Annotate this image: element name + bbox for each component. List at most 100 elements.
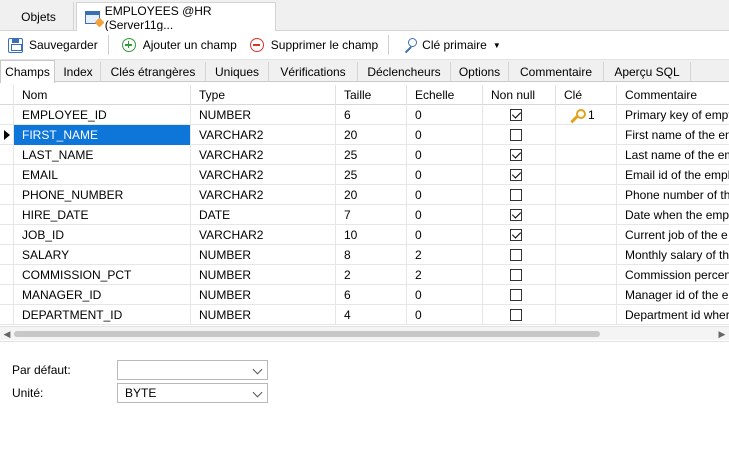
chevron-down-icon[interactable] bbox=[252, 387, 263, 398]
not-null-checkbox[interactable] bbox=[510, 149, 522, 161]
table-row[interactable]: HIRE_DATE DATE 7 0 Date when the empl bbox=[0, 205, 729, 225]
cell-cle[interactable] bbox=[556, 265, 617, 285]
row-indicator[interactable] bbox=[0, 305, 14, 325]
not-null-checkbox[interactable] bbox=[510, 269, 522, 281]
scroll-left-arrow-icon[interactable]: ◀ bbox=[2, 329, 12, 339]
scroll-right-arrow-icon[interactable]: ▶ bbox=[717, 329, 727, 339]
not-null-checkbox[interactable] bbox=[510, 169, 522, 181]
cell-non-null[interactable] bbox=[483, 105, 556, 125]
cell-non-null[interactable] bbox=[483, 165, 556, 185]
cell-type[interactable]: NUMBER bbox=[191, 245, 336, 265]
cell-non-null[interactable] bbox=[483, 145, 556, 165]
not-null-checkbox[interactable] bbox=[510, 209, 522, 221]
cell-nom[interactable]: EMAIL bbox=[14, 165, 191, 185]
table-row[interactable]: JOB_ID VARCHAR2 10 0 Current job of the e bbox=[0, 225, 729, 245]
cell-cle[interactable] bbox=[556, 245, 617, 265]
tab-options[interactable]: Options bbox=[451, 62, 509, 82]
cell-echelle[interactable]: 0 bbox=[407, 185, 483, 205]
cell-echelle[interactable]: 0 bbox=[407, 225, 483, 245]
cell-commentaire[interactable]: Primary key of empt bbox=[617, 105, 729, 125]
row-indicator[interactable] bbox=[0, 145, 14, 165]
cell-type[interactable]: VARCHAR2 bbox=[191, 185, 336, 205]
cell-taille[interactable]: 7 bbox=[336, 205, 407, 225]
cell-echelle[interactable]: 0 bbox=[407, 165, 483, 185]
not-null-checkbox[interactable] bbox=[510, 309, 522, 321]
tab-uniques[interactable]: Uniques bbox=[206, 62, 269, 82]
tab-checks[interactable]: Vérifications bbox=[269, 62, 358, 82]
cell-cle[interactable] bbox=[556, 205, 617, 225]
default-value-combobox[interactable] bbox=[117, 360, 268, 380]
table-row[interactable]: EMAIL VARCHAR2 25 0 Email id of the empl bbox=[0, 165, 729, 185]
cell-cle[interactable] bbox=[556, 145, 617, 165]
cell-non-null[interactable] bbox=[483, 125, 556, 145]
cell-taille[interactable]: 10 bbox=[336, 225, 407, 245]
cell-type[interactable]: NUMBER bbox=[191, 285, 336, 305]
cell-taille[interactable]: 2 bbox=[336, 265, 407, 285]
cell-cle[interactable] bbox=[556, 285, 617, 305]
cell-nom[interactable]: EMPLOYEE_ID bbox=[14, 105, 191, 125]
table-row[interactable]: LAST_NAME VARCHAR2 25 0 Last name of the em bbox=[0, 145, 729, 165]
row-indicator[interactable] bbox=[0, 185, 14, 205]
row-indicator[interactable] bbox=[0, 265, 14, 285]
cell-type[interactable]: DATE bbox=[191, 205, 336, 225]
cell-taille[interactable]: 25 bbox=[336, 145, 407, 165]
row-indicator[interactable] bbox=[0, 105, 14, 125]
tab-objets[interactable]: Objets bbox=[4, 2, 74, 31]
cell-non-null[interactable] bbox=[483, 205, 556, 225]
column-header-type[interactable]: Type bbox=[191, 85, 336, 105]
cell-commentaire[interactable]: Department id wher bbox=[617, 305, 729, 325]
primary-key-button[interactable]: Clé primaire ▼ bbox=[397, 34, 506, 56]
tab-foreign-keys[interactable]: Clés étrangères bbox=[101, 62, 206, 82]
cell-non-null[interactable] bbox=[483, 305, 556, 325]
cell-taille[interactable]: 20 bbox=[336, 185, 407, 205]
table-row[interactable]: EMPLOYEE_ID NUMBER 6 0 1 Primary key of empt bbox=[0, 105, 729, 125]
tab-triggers[interactable]: Déclencheurs bbox=[358, 62, 451, 82]
cell-nom[interactable]: COMMISSION_PCT bbox=[14, 265, 191, 285]
current-row-indicator-icon[interactable] bbox=[0, 125, 14, 145]
cell-taille[interactable]: 8 bbox=[336, 245, 407, 265]
cell-type[interactable]: VARCHAR2 bbox=[191, 125, 336, 145]
cell-type[interactable]: VARCHAR2 bbox=[191, 225, 336, 245]
cell-nom[interactable]: HIRE_DATE bbox=[14, 205, 191, 225]
cell-echelle[interactable]: 2 bbox=[407, 245, 483, 265]
cell-type[interactable]: NUMBER bbox=[191, 105, 336, 125]
row-indicator[interactable] bbox=[0, 245, 14, 265]
cell-cle[interactable] bbox=[556, 225, 617, 245]
cell-commentaire[interactable]: Phone number of th bbox=[617, 185, 729, 205]
cell-nom[interactable]: MANAGER_ID bbox=[14, 285, 191, 305]
cell-commentaire[interactable]: Email id of the empl bbox=[617, 165, 729, 185]
table-row[interactable]: COMMISSION_PCT NUMBER 2 2 Commission percen bbox=[0, 265, 729, 285]
cell-echelle[interactable]: 0 bbox=[407, 125, 483, 145]
scrollbar-thumb[interactable] bbox=[14, 331, 600, 337]
cell-type[interactable]: VARCHAR2 bbox=[191, 145, 336, 165]
cell-taille[interactable]: 4 bbox=[336, 305, 407, 325]
table-row[interactable]: DEPARTMENT_ID NUMBER 4 0 Department id wher bbox=[0, 305, 729, 325]
remove-field-button[interactable]: Supprimer le champ bbox=[245, 34, 383, 56]
table-row[interactable]: MANAGER_ID NUMBER 6 0 Manager id of the e bbox=[0, 285, 729, 305]
cell-commentaire[interactable]: Date when the empl bbox=[617, 205, 729, 225]
not-null-checkbox[interactable] bbox=[510, 229, 522, 241]
not-null-checkbox[interactable] bbox=[510, 129, 522, 141]
cell-cle[interactable] bbox=[556, 125, 617, 145]
not-null-checkbox[interactable] bbox=[510, 289, 522, 301]
cell-taille[interactable]: 6 bbox=[336, 105, 407, 125]
save-button[interactable]: Sauvegarder bbox=[3, 34, 103, 56]
column-header-taille[interactable]: Taille bbox=[336, 85, 407, 105]
cell-echelle[interactable]: 0 bbox=[407, 285, 483, 305]
cell-echelle[interactable]: 0 bbox=[407, 205, 483, 225]
cell-type[interactable]: NUMBER bbox=[191, 305, 336, 325]
cell-echelle[interactable]: 0 bbox=[407, 145, 483, 165]
dropdown-caret-icon[interactable]: ▼ bbox=[493, 41, 501, 50]
tab-sql-preview[interactable]: Aperçu SQL bbox=[604, 62, 691, 82]
grid-horizontal-scrollbar[interactable]: ◀ ▶ bbox=[0, 326, 729, 340]
cell-commentaire[interactable]: Last name of the em bbox=[617, 145, 729, 165]
cell-cle[interactable] bbox=[556, 185, 617, 205]
cell-nom[interactable]: JOB_ID bbox=[14, 225, 191, 245]
column-header-commentaire[interactable]: Commentaire bbox=[617, 85, 729, 105]
cell-echelle[interactable]: 2 bbox=[407, 265, 483, 285]
cell-non-null[interactable] bbox=[483, 285, 556, 305]
column-header-cle[interactable]: Clé bbox=[556, 85, 617, 105]
cell-nom[interactable]: DEPARTMENT_ID bbox=[14, 305, 191, 325]
add-field-button[interactable]: Ajouter un champ bbox=[117, 34, 242, 56]
cell-taille[interactable]: 25 bbox=[336, 165, 407, 185]
